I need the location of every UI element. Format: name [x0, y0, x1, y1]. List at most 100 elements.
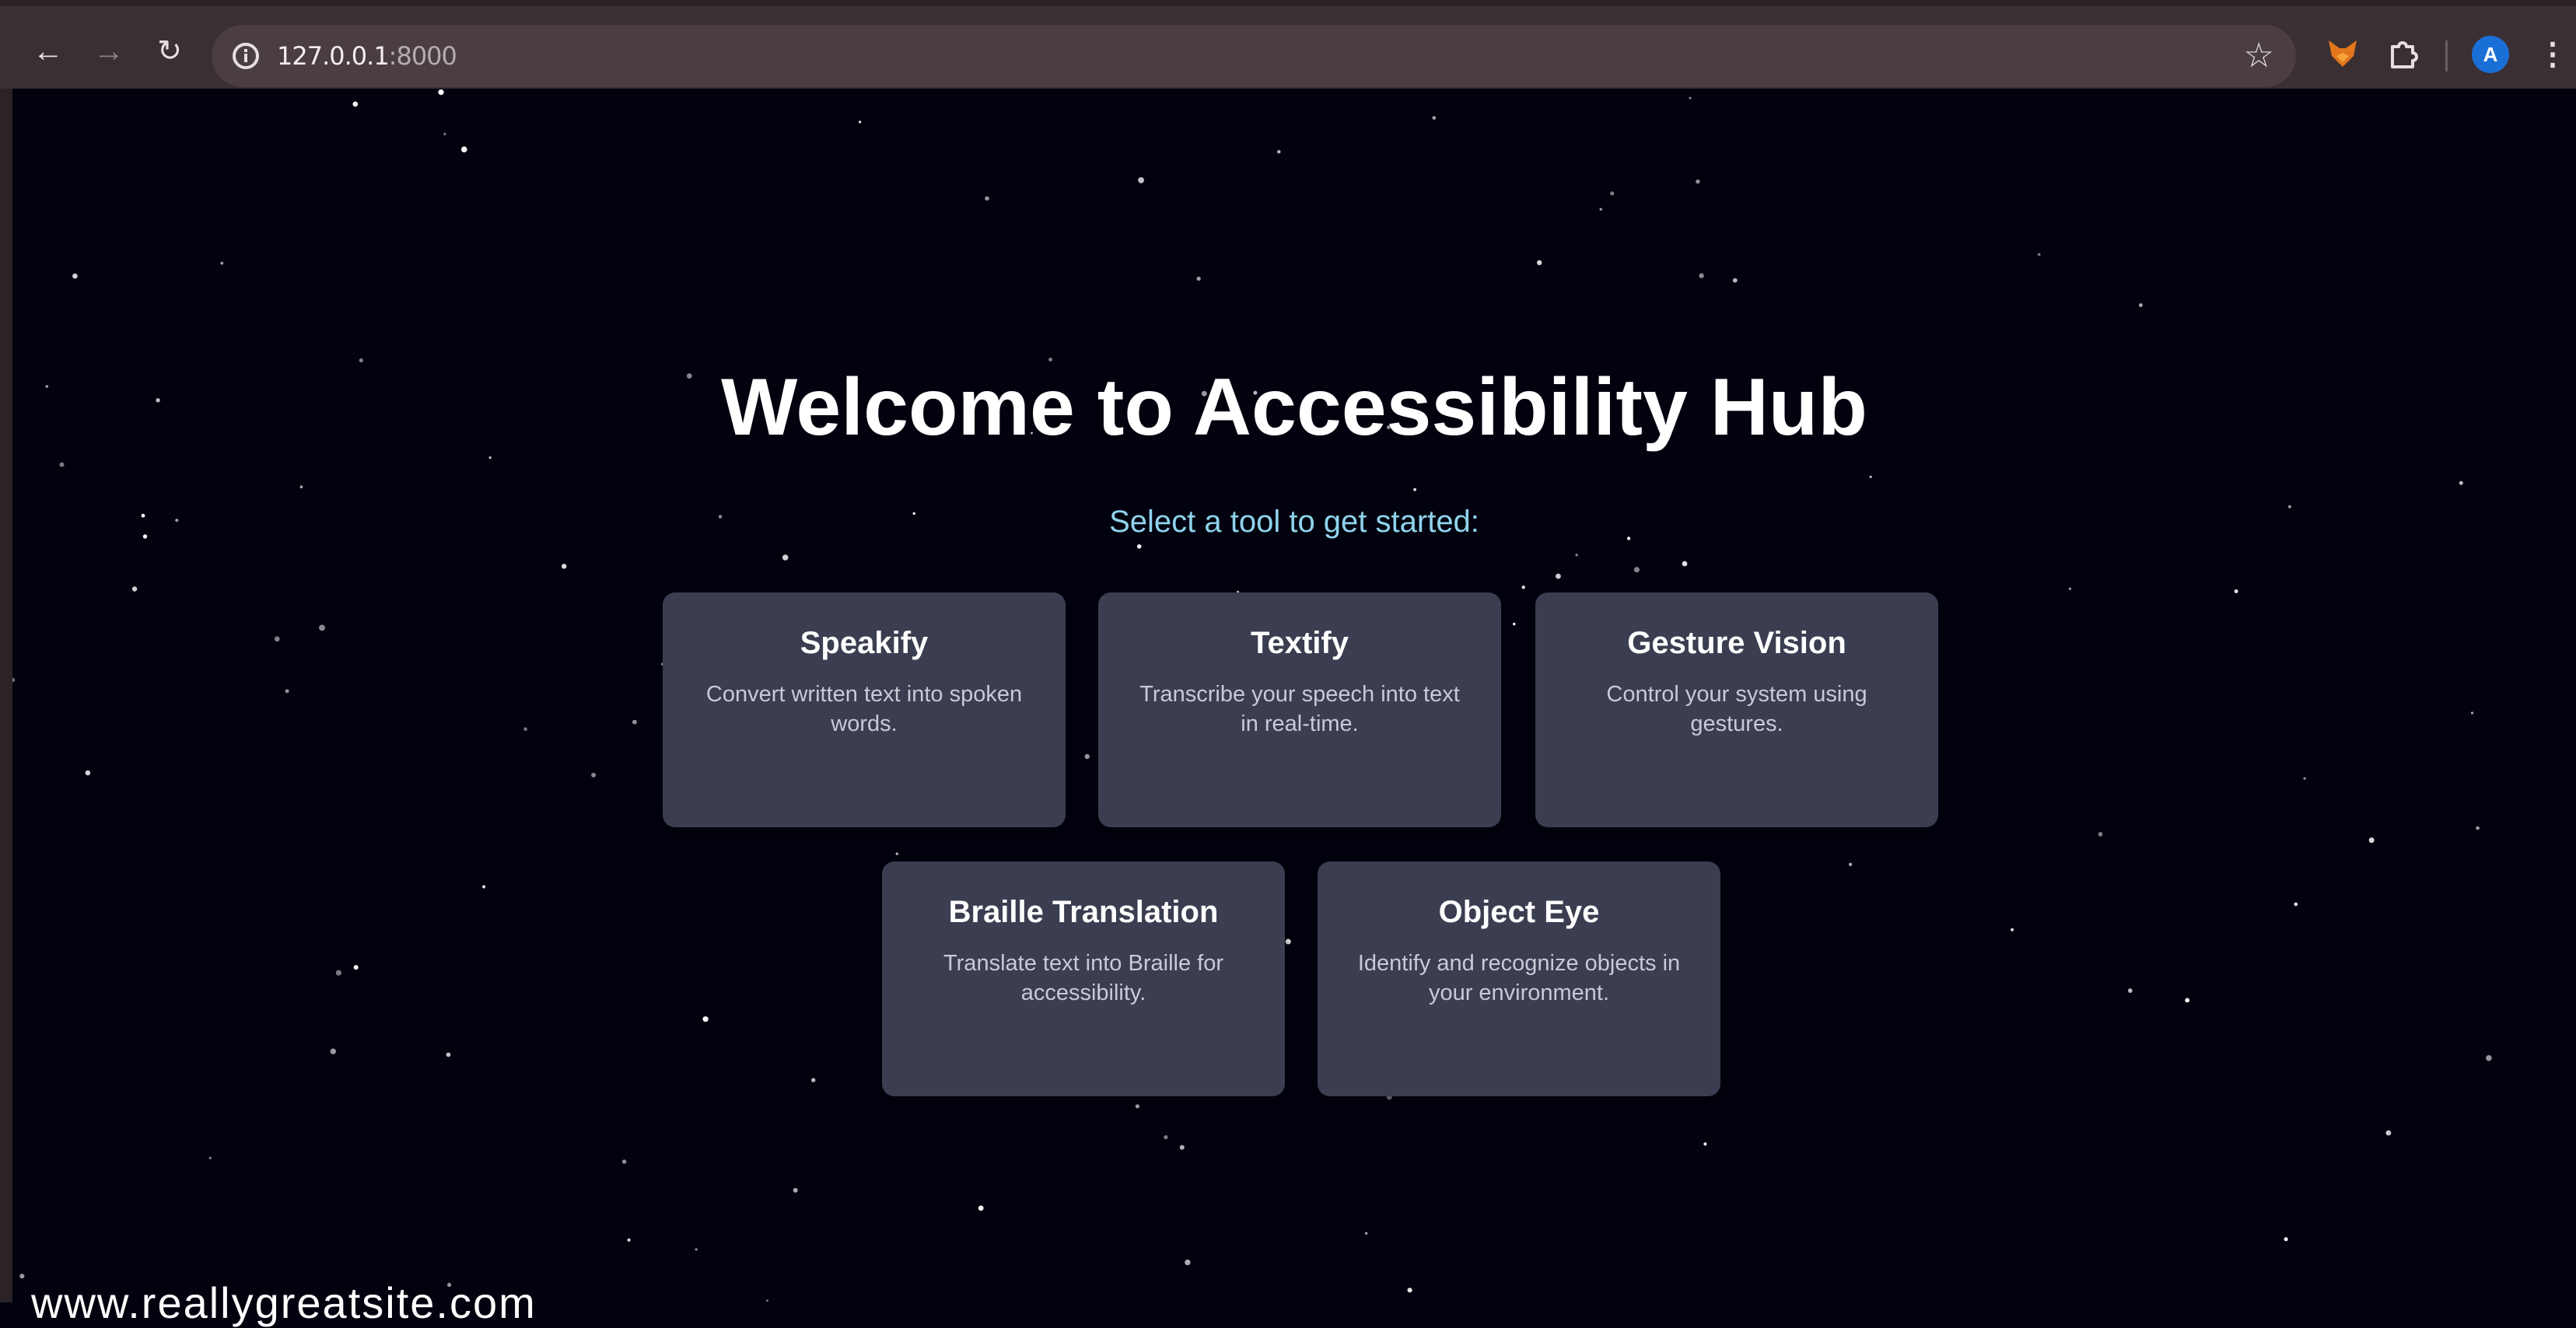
tool-card-description: Convert written text into spoken words. [705, 682, 1023, 736]
star-dot [1869, 475, 1872, 478]
star-dot [1633, 567, 1640, 573]
address-bar[interactable]: 127.0.0.1:8000 ☆ [212, 25, 2296, 87]
star-dot [591, 772, 597, 778]
url-host: 127.0.0.1 [277, 41, 390, 71]
star-dot [1138, 176, 1144, 183]
kebab-menu-icon[interactable]: ⋮ [2537, 33, 2568, 76]
star-dot [1575, 554, 1578, 557]
star-dot [1703, 1142, 1707, 1146]
star-dot [2037, 253, 2041, 257]
tool-card-title: Object Eye [1438, 895, 1600, 929]
star-dot [627, 1238, 631, 1242]
page-subtitle: Select a tool to get started: [1109, 505, 1479, 539]
star-dot [446, 1052, 451, 1057]
star-dot [72, 273, 78, 279]
star-dot [1179, 1145, 1185, 1150]
star-dot [2284, 1237, 2288, 1242]
reload-button[interactable]: ↻ [148, 30, 191, 73]
star-dot [978, 1205, 984, 1211]
star-dot [1135, 1104, 1139, 1109]
star-dot [85, 770, 91, 776]
watermark-text: www.reallygreatsite.com [31, 1278, 537, 1327]
star-icon[interactable]: ☆ [2244, 36, 2274, 76]
star-dot [1413, 488, 1416, 491]
tool-card-description: Transcribe your speech into text in real… [1139, 682, 1460, 736]
star-dot [632, 719, 637, 725]
star-dot [443, 132, 446, 136]
forward-button[interactable]: → [87, 30, 131, 73]
star-dot [482, 885, 486, 889]
star-dot [1364, 1232, 1368, 1235]
star-dot [1277, 150, 1281, 154]
star-dot [285, 689, 289, 694]
star-dot [2128, 988, 2133, 993]
info-icon[interactable] [227, 37, 264, 75]
tool-card-description: Control your system using gestures. [1606, 682, 1867, 736]
tool-card-gesture-vision[interactable]: Gesture Vision Control your system using… [1535, 592, 1938, 827]
star-dot [1732, 278, 1738, 283]
window-edge [0, 89, 12, 1302]
star-dot [2098, 832, 2103, 837]
profile-avatar[interactable]: A [2472, 36, 2509, 73]
star-dot [2185, 998, 2190, 1003]
star-dot [2476, 826, 2480, 830]
star-dot [1689, 96, 1692, 100]
star-dot [1682, 561, 1688, 567]
tool-card-object-eye[interactable]: Object Eye Identify and recognize object… [1318, 861, 1720, 1096]
star-dot [1599, 208, 1602, 211]
star-dot [438, 89, 444, 96]
tool-card-title: Speakify [800, 626, 929, 660]
star-dot [811, 1078, 816, 1082]
star-dot [488, 456, 492, 460]
puzzle-icon[interactable] [2386, 36, 2420, 70]
star-dot [782, 554, 789, 561]
star-dot [352, 101, 359, 107]
tool-card-title: Textify [1251, 626, 1349, 660]
star-dot [1196, 276, 1201, 281]
star-dot [1521, 585, 1525, 589]
star-dot [2486, 1055, 2492, 1061]
reload-icon: ↻ [157, 35, 182, 68]
star-dot [59, 462, 65, 467]
star-dot [1696, 179, 1700, 184]
star-dot [895, 852, 899, 855]
star-dot [1407, 1288, 1412, 1293]
star-dot [1185, 1259, 1191, 1266]
star-dot [1537, 260, 1542, 265]
star-dot [2303, 777, 2306, 780]
star-dot [695, 1248, 698, 1251]
page-title: Welcome to Accessibility Hub [721, 362, 1867, 453]
star-dot [12, 677, 16, 683]
star-dot [2068, 587, 2072, 590]
star-dot [1699, 273, 1704, 278]
star-dot [1136, 544, 1142, 549]
tool-card-speakify[interactable]: Speakify Convert written text into spoke… [663, 592, 1066, 827]
star-dot [2294, 902, 2298, 907]
star-dot [2385, 1130, 2392, 1136]
star-dot [353, 965, 359, 970]
star-dot [793, 1187, 798, 1193]
star-dot [220, 261, 224, 265]
star-dot [330, 1048, 336, 1054]
tool-card-textify[interactable]: Textify Transcribe your speech into text… [1098, 592, 1501, 827]
tool-card-braille-translation[interactable]: Braille Translation Translate text into … [882, 861, 1285, 1096]
star-dot [2234, 589, 2238, 593]
star-dot [299, 485, 303, 488]
tool-card-description: Translate text into Braille for accessib… [943, 951, 1223, 1005]
star-dot [2011, 928, 2014, 931]
star-dot [523, 727, 527, 731]
star-dot [461, 146, 467, 152]
star-dot [1848, 862, 1853, 866]
url-port: :8000 [388, 41, 457, 71]
fox-extension-icon[interactable] [2326, 36, 2360, 70]
star-dot [2139, 303, 2143, 307]
star-dot [985, 196, 989, 201]
star-dot [1513, 622, 1516, 626]
star-dot [1432, 116, 1437, 120]
star-dot [131, 586, 138, 592]
star-dot [2368, 837, 2375, 844]
star-dot [335, 970, 341, 976]
url-text[interactable]: 127.0.0.1:8000 [277, 40, 457, 72]
star-dot [1084, 753, 1090, 760]
back-button[interactable]: ← [26, 30, 70, 73]
